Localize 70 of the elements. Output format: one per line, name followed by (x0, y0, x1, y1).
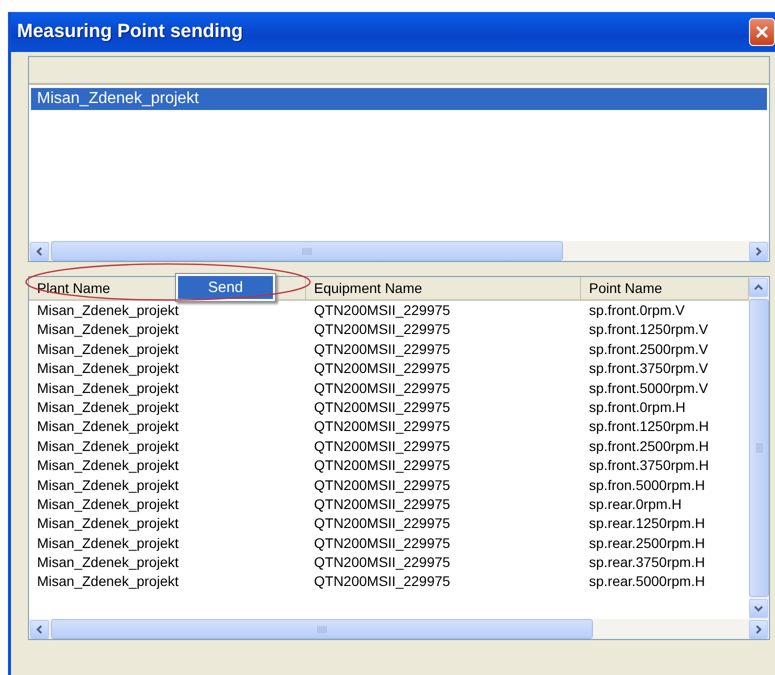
table-cell-text: sp.front.5000rpm.V (588, 378, 710, 398)
chevron-left-icon (35, 246, 44, 256)
scroll-left-button[interactable] (30, 620, 49, 638)
scroll-right-button[interactable] (749, 242, 768, 260)
table-cell-text: sp.front.0rpm.H (588, 398, 686, 417)
table-cell-text: sp.rear.2500rpm.H (588, 534, 706, 553)
list-item[interactable]: Misan_Zdenek_projekt (31, 88, 767, 110)
table-cell-text: QTN200MSII_229975 (313, 359, 452, 378)
table-cell-text: QTN200MSII_229975 (313, 301, 452, 320)
table-cell-text: Misan_Zdenek_projekt (36, 476, 180, 495)
table-cell-text: QTN200MSII_229975 (313, 572, 452, 592)
menu-item[interactable]: Send (178, 276, 273, 299)
table-cell-text: Misan_Zdenek_projekt (36, 572, 180, 592)
table-cell-text: sp.fron.5000rpm.H (588, 476, 706, 495)
scroll-right-button[interactable] (749, 620, 768, 638)
close-button[interactable] (749, 18, 775, 46)
table-cell-text: QTN200MSII_229975 (313, 398, 452, 417)
table-cell-text: Misan_Zdenek_projekt (36, 398, 180, 417)
table-cell-text: QTN200MSII_229975 (313, 476, 452, 495)
table-cell-text: QTN200MSII_229975 (313, 417, 452, 436)
table-cell-text: Misan_Zdenek_projekt (36, 534, 180, 553)
table-cell-text: sp.front.1250rpm.V (588, 320, 710, 340)
table-cell-text: Misan_Zdenek_projekt (36, 417, 180, 436)
table-cell-text: sp.rear.5000rpm.H (588, 572, 706, 592)
table-cell-text: Misan_Zdenek_projekt (36, 340, 180, 359)
table-cell-text: sp.front.0rpm.V (588, 301, 686, 320)
table-cell-text: Misan_Zdenek_projekt (36, 301, 180, 320)
scroll-down-button[interactable] (749, 599, 768, 618)
column-header[interactable]: Equipment Name (306, 277, 581, 301)
chevron-right-icon (754, 624, 763, 634)
table-cell-text: QTN200MSII_229975 (313, 534, 452, 553)
table-cell-text: QTN200MSII_229975 (313, 494, 452, 514)
close-icon (755, 25, 769, 39)
chevron-down-icon (754, 604, 763, 613)
table-cell-text: sp.front.3750rpm.H (588, 456, 710, 476)
table-cell-text: QTN200MSII_229975 (313, 436, 452, 456)
table-cell-text: sp.rear.3750rpm.H (588, 553, 706, 572)
scroll-up-button[interactable] (749, 278, 768, 297)
scrollbar-thumb[interactable] (749, 299, 769, 597)
table-cell-text: sp.rear.1250rpm.H (588, 514, 706, 534)
table-cell-text: QTN200MSII_229975 (313, 456, 452, 476)
table-cell-text: Misan_Zdenek_projekt (36, 514, 180, 534)
table-cell-text: QTN200MSII_229975 (313, 553, 452, 572)
table-cell-text: Misan_Zdenek_projekt (36, 494, 180, 514)
scrollbar-thumb[interactable] (51, 241, 563, 261)
table-cell-text: Misan_Zdenek_projekt (36, 436, 180, 456)
scrollbar-thumb[interactable] (51, 619, 593, 639)
chevron-right-icon (754, 246, 763, 256)
table-cell-text: QTN200MSII_229975 (313, 514, 452, 534)
table-cell-text: sp.front.2500rpm.V (588, 340, 710, 359)
scroll-left-button[interactable] (30, 242, 49, 260)
table-cell-text: sp.front.2500rpm.H (588, 436, 710, 456)
grip-icon (317, 626, 327, 632)
table-cell-text: Misan_Zdenek_projekt (36, 378, 180, 398)
table-cell-text: Misan_Zdenek_projekt (36, 320, 180, 340)
table-cell-text: Misan_Zdenek_projekt (36, 359, 180, 378)
table-cell-text: QTN200MSII_229975 (313, 340, 452, 359)
table-cell-text: sp.front.3750rpm.V (588, 359, 710, 378)
chevron-up-icon (754, 283, 763, 292)
table-cell-text: sp.front.1250rpm.H (588, 417, 710, 436)
table-cell-text: QTN200MSII_229975 (313, 378, 452, 398)
table-cell-text: Misan_Zdenek_projekt (36, 553, 180, 572)
window-title: Measuring Point sending (17, 21, 243, 43)
table-cell-text: QTN200MSII_229975 (313, 320, 452, 340)
grip-icon (302, 248, 312, 254)
table-cell-text: Misan_Zdenek_projekt (36, 456, 180, 476)
grip-icon (756, 443, 762, 453)
chevron-left-icon (35, 624, 44, 634)
column-header[interactable]: Point Name (581, 277, 749, 301)
table-cell-text: sp.rear.0rpm.H (588, 494, 683, 514)
